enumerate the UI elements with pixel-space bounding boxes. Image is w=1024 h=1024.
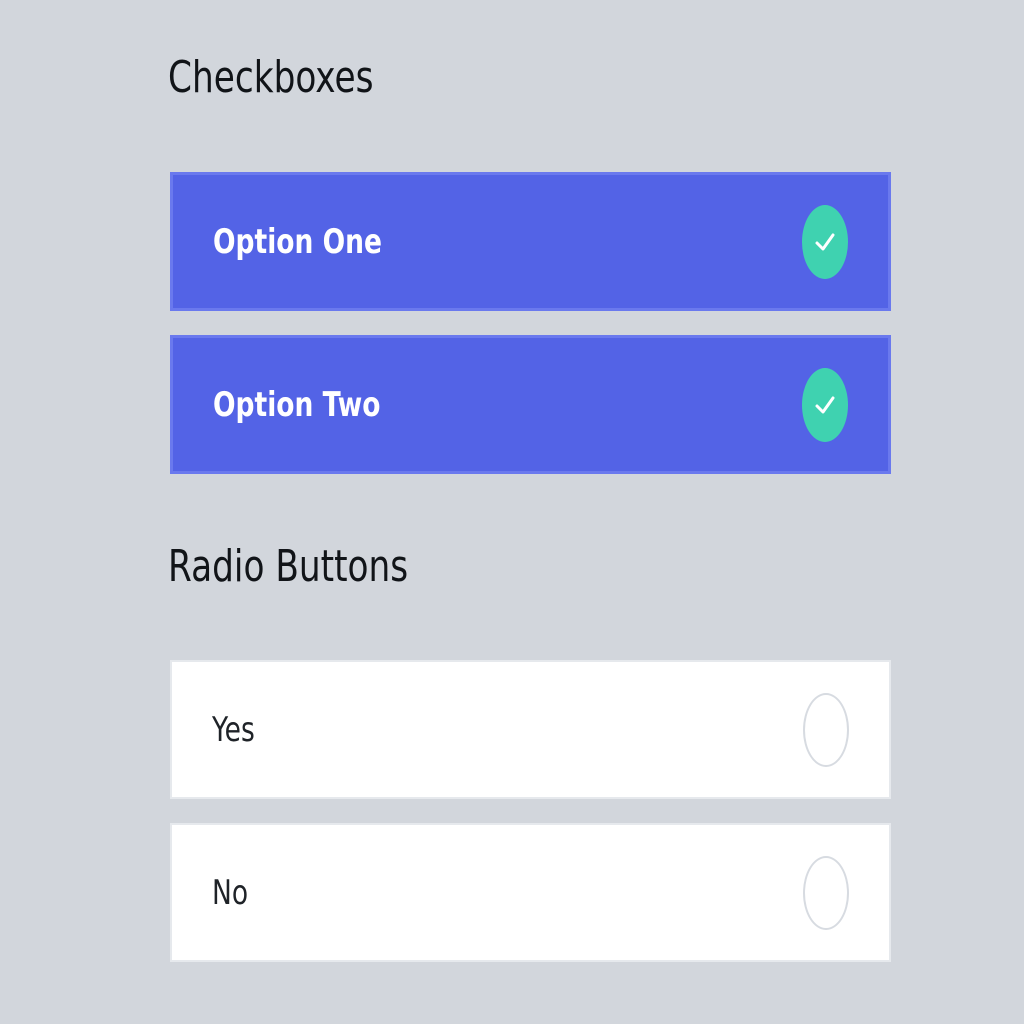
checkbox-option-two[interactable]: Option Two (170, 335, 891, 474)
check-icon (815, 396, 835, 413)
radio-option-no[interactable]: No (170, 823, 891, 962)
checkbox-option-one-label: Option One (213, 221, 383, 262)
radio-option-no-label: No (212, 872, 249, 913)
radio-option-yes[interactable]: Yes (170, 660, 891, 799)
checkbox-checked-icon[interactable] (802, 204, 848, 279)
checkbox-option-one[interactable]: Option One (170, 172, 891, 311)
checkbox-checked-icon[interactable] (802, 367, 848, 442)
check-icon (815, 233, 835, 250)
radio-option-yes-label: Yes (212, 709, 255, 750)
radio-buttons-heading: Radio Buttons (168, 541, 409, 592)
options-page: Checkboxes Option One Option Two Radio B… (0, 0, 1024, 1024)
checkbox-option-two-label: Option Two (213, 384, 381, 425)
radio-empty-icon[interactable] (803, 692, 849, 767)
radio-empty-icon[interactable] (803, 855, 849, 930)
checkboxes-heading: Checkboxes (168, 52, 374, 103)
